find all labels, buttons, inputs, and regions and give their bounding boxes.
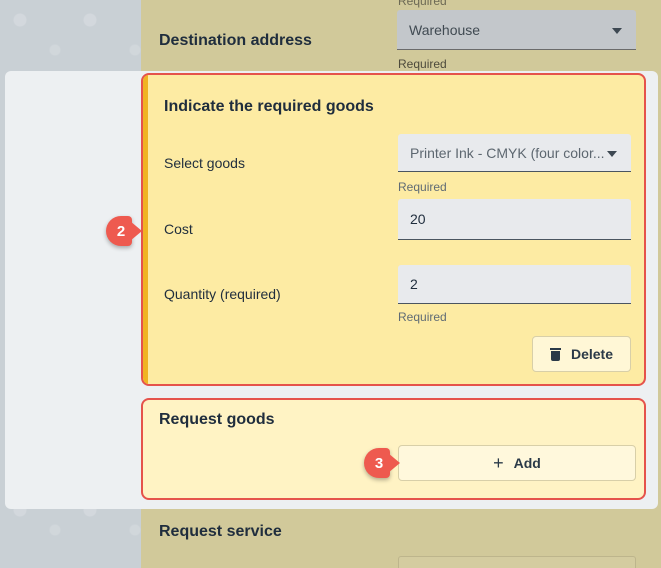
- step-marker-3-pointer: [388, 453, 400, 473]
- step-marker-2-label: 2: [106, 216, 132, 246]
- select-goods-helper: Required: [398, 180, 447, 194]
- step-marker-3: 3: [364, 448, 400, 478]
- trash-icon: [549, 347, 561, 361]
- request-goods-title: Request goods: [159, 411, 275, 428]
- select-goods-dropdown[interactable]: Printer Ink - CMYK (four color...: [398, 134, 631, 172]
- quantity-label: Quantity (required): [164, 286, 281, 302]
- cost-label: Cost: [164, 221, 193, 237]
- cost-input[interactable]: 20: [398, 199, 631, 240]
- destination-address-select[interactable]: Warehouse: [397, 10, 636, 50]
- destination-address-value: Warehouse: [409, 21, 481, 38]
- request-service-field[interactable]: [398, 556, 636, 568]
- step-marker-2: 2: [106, 216, 142, 246]
- helper-required-top: Required: [398, 0, 447, 8]
- select-goods-label: Select goods: [164, 155, 245, 171]
- plus-icon: +: [493, 453, 504, 473]
- card-accent-bar: [143, 75, 148, 384]
- request-service-label: Request service: [159, 523, 282, 540]
- step-marker-2-pointer: [130, 221, 142, 241]
- quantity-helper: Required: [398, 310, 447, 324]
- add-button-label: Add: [513, 455, 541, 471]
- required-goods-title: Indicate the required goods: [164, 98, 374, 115]
- delete-button-label: Delete: [570, 346, 614, 362]
- quantity-input[interactable]: 2: [398, 265, 631, 304]
- add-goods-button[interactable]: + Add: [398, 445, 636, 481]
- delete-button[interactable]: Delete: [532, 336, 631, 372]
- step-marker-3-label: 3: [364, 448, 390, 478]
- chevron-down-icon: [607, 150, 617, 157]
- select-goods-value: Printer Ink - CMYK (four color...: [410, 144, 605, 161]
- chevron-down-icon: [612, 27, 622, 34]
- quantity-value: 2: [410, 276, 418, 292]
- cost-value: 20: [410, 211, 426, 227]
- destination-address-label: Destination address: [159, 32, 312, 49]
- destination-helper: Required: [398, 57, 447, 71]
